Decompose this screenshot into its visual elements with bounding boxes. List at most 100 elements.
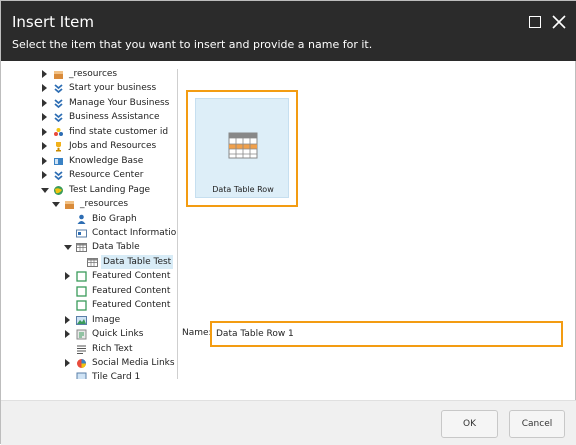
collapse-arrow-icon[interactable]: [64, 240, 72, 254]
ok-button[interactable]: OK: [441, 410, 498, 438]
tile-icon: [76, 372, 87, 379]
close-icon[interactable]: [550, 13, 568, 31]
tree-item-label: Manage Your Business: [69, 97, 170, 108]
expand-arrow-icon[interactable]: [41, 110, 49, 124]
globe-icon: [54, 185, 63, 195]
tree-item-label: Resource Center: [69, 170, 144, 181]
tree-item[interactable]: Knowledge Base: [41, 154, 177, 168]
tree-item-label: Quick Links: [92, 329, 144, 340]
table-icon: [76, 243, 87, 253]
tree-item[interactable]: Featured Content: [64, 284, 177, 298]
tree-item-label: Jobs and Resources: [69, 141, 157, 152]
expand-arrow-icon[interactable]: [41, 81, 49, 95]
package-icon: [65, 201, 74, 210]
tree-item-label: Test Landing Page: [69, 184, 151, 195]
name-field-label: Name:: [182, 328, 212, 338]
expand-arrow-icon[interactable]: [41, 125, 49, 139]
pane-divider: [177, 69, 178, 379]
tree-item[interactable]: _resources: [52, 197, 177, 211]
image-icon: [76, 315, 87, 325]
tree-item[interactable]: Contact Information: [64, 226, 177, 240]
name-input[interactable]: [210, 321, 563, 347]
tree-item[interactable]: Data Table: [64, 240, 177, 254]
tree-item-label: Bio Graph: [92, 213, 137, 224]
tree-item-label: Contact Information: [92, 227, 177, 238]
expand-arrow-icon[interactable]: [41, 139, 49, 153]
expand-arrow-icon[interactable]: [41, 154, 49, 168]
tree-item[interactable]: Social Media Links: [64, 356, 177, 370]
insert-item-dialog: Insert Item Select the item that you wan…: [0, 0, 576, 445]
tree-item-label: Data Table: [92, 242, 140, 253]
book-icon: [54, 157, 63, 165]
trophy-icon: [56, 142, 61, 152]
tree-item-label: Tile Card 1: [92, 372, 141, 379]
expand-arrow-icon[interactable]: [41, 67, 49, 81]
tree-item-label: Featured Content: [92, 285, 171, 296]
tree-item[interactable]: Data Table Test: [75, 254, 177, 269]
collapse-arrow-icon[interactable]: [41, 183, 49, 197]
tree-item[interactable]: Featured Content: [64, 298, 177, 312]
links-icon: [76, 329, 87, 340]
social-icon: [77, 359, 86, 368]
expand-arrow-icon[interactable]: [64, 313, 72, 327]
content-tree[interactable]: _resources Start your business Manage Your…: [41, 67, 177, 379]
expand-arrow-icon[interactable]: [64, 269, 72, 283]
tree-item[interactable]: Resource Center: [41, 168, 177, 182]
expand-arrow-icon[interactable]: [41, 168, 49, 182]
table-icon: [228, 132, 258, 159]
tree-item-label: Featured Content: [92, 271, 171, 282]
tree-item-label: Image: [92, 314, 121, 325]
tree-item-label: find state customer id: [69, 126, 169, 137]
expand-arrow-icon[interactable]: [64, 327, 72, 341]
template-tile-label: Data Table Row: [212, 185, 274, 194]
tree-item[interactable]: Rich Text: [64, 342, 177, 356]
tree-item-label: Business Assistance: [69, 112, 160, 123]
square-outline-icon: [76, 286, 87, 297]
tree-item-label: Social Media Links: [92, 358, 175, 368]
tree-item[interactable]: find state customer id: [41, 125, 177, 139]
title-bar: Insert Item Select the item that you wan…: [1, 1, 576, 61]
tree-item[interactable]: _resources: [41, 67, 177, 81]
table-icon: [87, 257, 98, 267]
tree-item-label: Featured Content: [92, 300, 171, 311]
tree-item[interactable]: Test Landing Page: [41, 183, 177, 197]
tree-item[interactable]: Jobs and Resources: [41, 139, 177, 153]
cancel-button[interactable]: Cancel: [509, 410, 565, 438]
tree-item-label: Data Table Test: [101, 254, 174, 269]
tree-item[interactable]: Featured Content: [64, 269, 177, 283]
chevrons-down-icon: [54, 113, 63, 123]
maximize-icon[interactable]: [526, 13, 544, 31]
tree-item-label: _resources: [69, 69, 118, 79]
contact-card-icon: [76, 229, 87, 238]
tree-item-label: Start your business: [69, 83, 157, 94]
tree-item[interactable]: Image: [64, 313, 177, 327]
template-tile-data-table-row[interactable]: Data Table Row: [186, 90, 298, 207]
square-outline-icon: [76, 271, 87, 282]
dots-icon: [54, 127, 63, 136]
expand-arrow-icon[interactable]: [64, 356, 72, 370]
chevrons-down-icon: [54, 99, 63, 109]
package-icon: [54, 71, 63, 79]
tree-item[interactable]: Business Assistance: [41, 110, 177, 124]
person-icon: [77, 214, 86, 224]
chevrons-down-icon: [54, 171, 63, 181]
tree-item[interactable]: Start your business: [41, 81, 177, 95]
tree-item[interactable]: Bio Graph: [64, 212, 177, 226]
tree-item[interactable]: Manage Your Business: [41, 96, 177, 110]
tree-item[interactable]: Tile Card 1: [64, 370, 177, 379]
tree-item[interactable]: Quick Links: [64, 327, 177, 341]
tree-item-label: Knowledge Base: [69, 155, 144, 166]
dialog-subtitle: Select the item that you want to insert …: [12, 38, 373, 51]
expand-arrow-icon[interactable]: [41, 96, 49, 110]
square-outline-icon: [76, 300, 87, 311]
chevrons-down-icon: [54, 84, 63, 94]
collapse-arrow-icon[interactable]: [52, 197, 60, 211]
rich-text-icon: [77, 345, 86, 354]
